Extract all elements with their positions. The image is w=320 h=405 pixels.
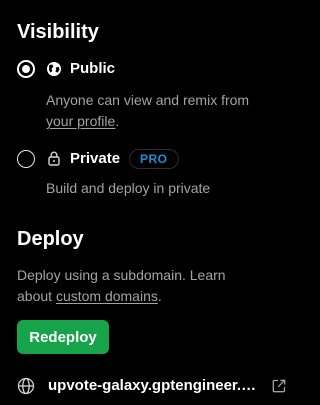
public-description: Anyone can view and remix from your prof… [46, 90, 296, 132]
custom-domains-link[interactable]: custom domains [56, 288, 158, 304]
globe-icon [17, 377, 35, 395]
visibility-deploy-panel: Visibility Public Anyone can view and re… [0, 0, 305, 405]
domain-url-link[interactable]: upvote-galaxy.gptengineer.app [48, 376, 258, 396]
your-profile-link[interactable]: your profile [46, 113, 115, 129]
pro-badge: PRO [129, 149, 179, 169]
visibility-title: Visibility [17, 21, 99, 43]
redeploy-button[interactable]: Redeploy [17, 320, 109, 354]
external-link-icon[interactable] [271, 378, 287, 394]
private-label[interactable]: Private [70, 150, 120, 168]
private-description: Build and deploy in private [46, 180, 211, 196]
domain-row: upvote-galaxy.gptengineer.app [17, 376, 289, 396]
public-description-period: . [115, 113, 120, 129]
deploy-description-line1: Deploy using a subdomain. Learn [17, 267, 226, 283]
deploy-description-period: . [157, 288, 162, 304]
public-label[interactable]: Public [70, 60, 115, 78]
public-description-text: Anyone can view and remix from [46, 92, 250, 108]
private-radio[interactable] [17, 150, 35, 168]
lock-icon [48, 151, 60, 166]
globe-icon [47, 62, 61, 76]
public-radio[interactable] [17, 60, 35, 78]
deploy-description: Deploy using a subdomain. Learn about cu… [17, 265, 297, 307]
deploy-description-prefix: about [17, 288, 53, 304]
deploy-title: Deploy [17, 228, 84, 250]
